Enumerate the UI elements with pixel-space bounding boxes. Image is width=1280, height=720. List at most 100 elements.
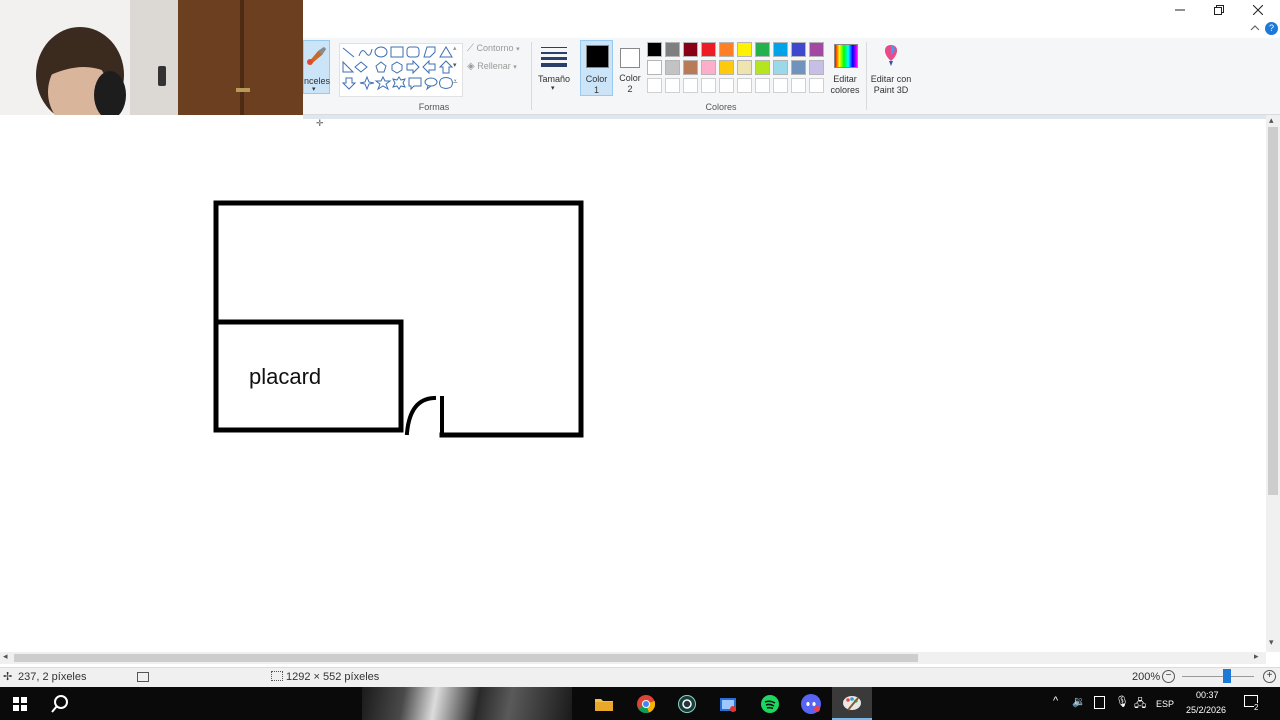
outline-button[interactable]: ⟋ Contorno ▾ [467, 43, 520, 57]
fill-label: Rellenar [477, 61, 511, 71]
palette-swatch[interactable] [791, 42, 806, 57]
palette-swatch[interactable] [647, 60, 662, 75]
restore-button[interactable] [1200, 0, 1238, 20]
palette-swatch[interactable] [755, 78, 770, 93]
fill-bucket-icon: ◈ [467, 61, 475, 72]
palette-swatch[interactable] [737, 60, 752, 75]
vertical-scrollbar[interactable]: ▴ ▾ [1266, 115, 1280, 652]
scroll-up-arrow[interactable]: ▴ [1269, 115, 1274, 126]
cursor-move-icon: ✢ [3, 671, 13, 683]
device-icon[interactable] [1094, 696, 1105, 709]
palette-swatch[interactable] [683, 42, 698, 57]
obs-icon [678, 694, 696, 713]
paint-button[interactable] [832, 687, 872, 720]
search-button[interactable] [40, 687, 80, 720]
color1-swatch [586, 45, 609, 68]
volume-icon[interactable]: 🔉 [1072, 695, 1086, 708]
chevron-down-icon: ▾ [312, 86, 316, 93]
clock-time[interactable]: 00:37 [1196, 690, 1219, 700]
palette-swatch[interactable] [719, 78, 734, 93]
color1-label: Color [585, 74, 608, 84]
notification-center-button[interactable]: 2 [1244, 695, 1259, 712]
fill-button[interactable]: ◈ Rellenar ▾ [467, 61, 517, 75]
door-swing [404, 395, 437, 436]
palette-swatch[interactable] [809, 78, 824, 93]
scroll-left-arrow[interactable]: ◂ [3, 651, 8, 662]
palette-swatch[interactable] [737, 78, 752, 93]
close-icon [1253, 5, 1263, 15]
palette-swatch[interactable] [773, 60, 788, 75]
shapes-more[interactable]: ⩡ [453, 77, 458, 87]
color1-number: 1 [593, 85, 599, 95]
palette-swatch[interactable] [791, 78, 806, 93]
chevron-up-icon [1250, 25, 1260, 31]
collapse-ribbon-button[interactable] [1249, 22, 1261, 34]
color2-label: Color [619, 73, 641, 83]
palette-swatch[interactable] [647, 42, 662, 57]
edit-paint3d-button[interactable]: Editar con Paint 3D [869, 40, 913, 96]
palette-swatch[interactable] [719, 42, 734, 57]
palette-swatch[interactable] [755, 42, 770, 57]
chevron-down-icon: ▾ [551, 85, 555, 92]
palette-swatch[interactable] [665, 42, 680, 57]
clock-date[interactable]: 25/2/2026 [1186, 705, 1226, 715]
restore-icon [1214, 5, 1224, 15]
palette-swatch[interactable] [773, 78, 788, 93]
shapes-scroll-up[interactable]: ▴ [453, 44, 457, 52]
workspace: placard ✛ [0, 115, 1266, 652]
help-icon: ? [1268, 23, 1274, 33]
network-icon[interactable]: 🖧 [1134, 695, 1146, 714]
palette-swatch[interactable] [773, 42, 788, 57]
palette-swatch[interactable] [701, 78, 716, 93]
file-explorer-button[interactable] [584, 687, 624, 720]
palette-swatch[interactable] [701, 42, 716, 57]
color2-button[interactable]: Color 2 [615, 40, 645, 96]
palette-swatch[interactable] [647, 78, 662, 93]
palette-swatch[interactable] [809, 42, 824, 57]
palette-swatch[interactable] [665, 78, 680, 93]
store-button[interactable] [708, 687, 748, 720]
drawing-canvas[interactable]: placard [0, 115, 1266, 652]
palette-swatch[interactable] [683, 60, 698, 75]
zoom-out-button[interactable]: − [1162, 670, 1175, 683]
size-button[interactable]: Tamaño ▾ [535, 40, 573, 96]
tray-overflow-icon[interactable]: ^ [1053, 695, 1058, 707]
palette-swatch[interactable] [809, 60, 824, 75]
discord-button[interactable] [791, 687, 831, 720]
palette-swatch[interactable] [701, 60, 716, 75]
scroll-down-arrow[interactable]: ▾ [1269, 637, 1274, 648]
scroll-right-arrow[interactable]: ▸ [1254, 651, 1259, 662]
start-button[interactable] [0, 687, 40, 720]
palette-swatch[interactable] [719, 60, 734, 75]
palette-swatch[interactable] [755, 60, 770, 75]
horizontal-scroll-thumb[interactable] [14, 654, 918, 662]
edit-colors-label-2: colores [830, 85, 860, 95]
color1-button[interactable]: Color 1 [580, 40, 613, 96]
shapes-group-label: Formas [418, 102, 450, 112]
shapes-scroll-down[interactable]: ▾ [453, 61, 457, 69]
palette-swatch[interactable] [737, 42, 752, 57]
canvas-resize-handle[interactable]: ✛ [316, 118, 324, 129]
palette-swatch[interactable] [791, 60, 806, 75]
help-button[interactable]: ? [1265, 22, 1278, 35]
edit-colors-button[interactable]: Editar colores [827, 40, 863, 96]
palette-swatch[interactable] [665, 60, 680, 75]
spotify-button[interactable] [750, 687, 790, 720]
close-button[interactable] [1239, 0, 1277, 20]
color2-swatch [620, 48, 640, 68]
vertical-scroll-thumb[interactable] [1268, 127, 1278, 495]
microphone-icon[interactable]: 🎙 [1115, 695, 1129, 708]
minimize-button[interactable] [1161, 0, 1199, 20]
zoom-in-button[interactable]: + [1263, 670, 1276, 683]
palette-swatch[interactable] [683, 78, 698, 93]
zoom-slider-thumb[interactable] [1222, 669, 1231, 683]
language-indicator[interactable]: ESP [1156, 699, 1174, 709]
outline-icon: ⟋ [467, 43, 474, 54]
color-palette [647, 42, 831, 98]
horizontal-scrollbar[interactable]: ◂ ▸ [0, 651, 1266, 664]
obs-button[interactable] [667, 687, 707, 720]
brushes-button[interactable]: nceles ▾ [303, 40, 330, 94]
search-icon [51, 694, 68, 713]
chrome-button[interactable] [626, 687, 666, 720]
zoom-slider[interactable] [1182, 669, 1254, 683]
